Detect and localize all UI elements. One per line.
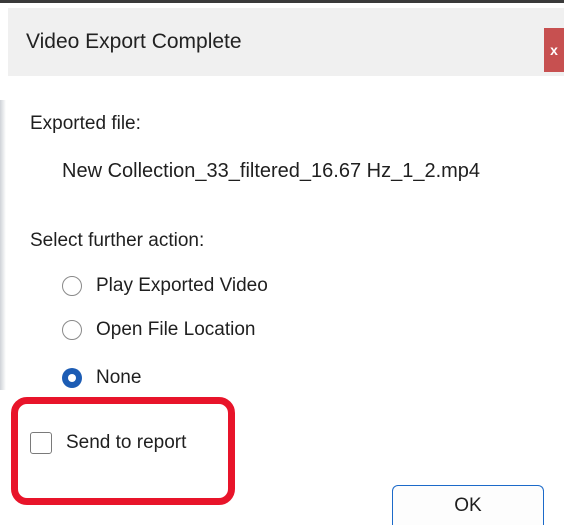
radio-option-label: Play Exported Video (96, 275, 268, 296)
video-export-dialog: Video Export Complete x Exported file: N… (0, 0, 564, 525)
window-top-border (0, 0, 564, 3)
radio-option-none[interactable]: None (62, 363, 141, 393)
radio-button-icon[interactable] (62, 320, 82, 340)
ok-button[interactable]: OK (392, 485, 544, 525)
close-button[interactable]: x (544, 28, 564, 72)
title-bar: Video Export Complete x (8, 8, 564, 76)
further-action-label: Select further action: (30, 230, 205, 251)
radio-button-selected-icon[interactable] (62, 368, 82, 388)
send-to-report-label: Send to report (66, 432, 187, 453)
radio-option-open-location[interactable]: Open File Location (62, 315, 256, 345)
radio-option-play-video[interactable]: Play Exported Video (62, 271, 268, 301)
send-to-report-checkbox[interactable] (30, 432, 52, 454)
radio-option-label: Open File Location (96, 319, 256, 340)
window-left-edge (0, 100, 6, 390)
exported-file-label: Exported file: (30, 113, 141, 134)
radio-option-label: None (96, 367, 142, 388)
radio-button-icon[interactable] (62, 276, 82, 296)
close-icon: x (550, 42, 558, 58)
exported-file-name: New Collection_33_filtered_16.67 Hz_1_2.… (62, 160, 481, 182)
dialog-title: Video Export Complete (26, 30, 242, 53)
send-to-report-checkbox-row[interactable]: Send to report (30, 428, 186, 458)
